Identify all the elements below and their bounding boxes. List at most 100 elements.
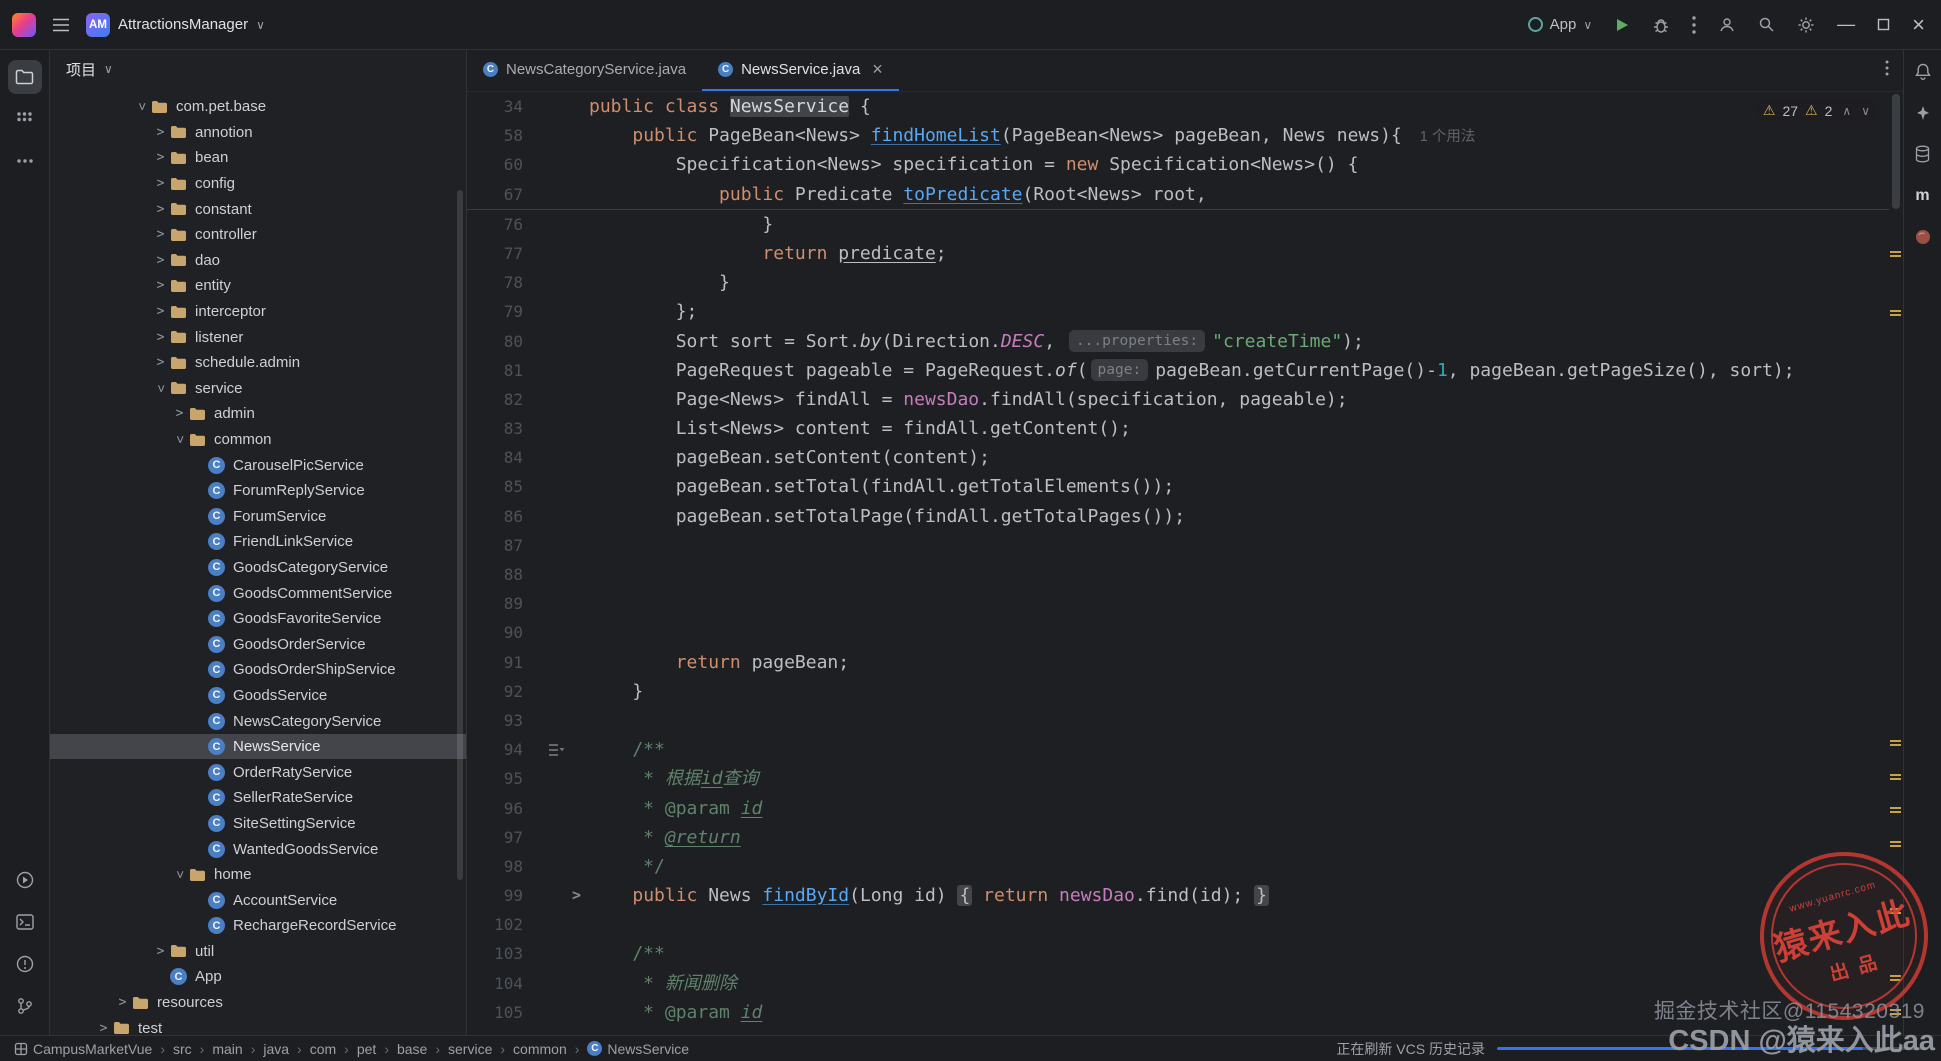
breadcrumb-item[interactable]: src [171, 1041, 194, 1057]
tree-item-FriendLinkService[interactable]: C FriendLinkService [50, 529, 466, 555]
stripe-warning-mark[interactable] [1890, 251, 1901, 257]
code-text[interactable]: return predicate; [589, 239, 1889, 268]
more-tools-icon[interactable] [8, 144, 42, 178]
chevron-down-icon[interactable]: > [172, 865, 187, 884]
tree-item-admin[interactable]: > admin [50, 401, 466, 427]
tree-item-service[interactable]: > service [50, 376, 466, 402]
tree-item-GoodsService[interactable]: C GoodsService [50, 683, 466, 709]
tree-item-GoodsOrderService[interactable]: C GoodsOrderService [50, 631, 466, 657]
run-tool-button[interactable] [8, 863, 42, 897]
stripe-warning-mark[interactable] [1890, 841, 1901, 847]
panel-scrollbar[interactable] [457, 190, 463, 880]
run-button[interactable] [1614, 17, 1630, 33]
chevron-right-icon[interactable]: > [151, 944, 170, 959]
code-text[interactable]: PageRequest pageable = PageRequest.of(pa… [589, 356, 1889, 385]
code-text[interactable]: return pageBean; [589, 648, 1889, 677]
chevron-right-icon[interactable]: > [151, 227, 170, 242]
tab-NewsCategoryService.java[interactable]: C NewsCategoryService.java [467, 50, 702, 91]
chevron-right-icon[interactable]: > [170, 406, 189, 421]
tree-item-schedule.admin[interactable]: > schedule.admin [50, 350, 466, 376]
tree-item-SellerRateService[interactable]: C SellerRateService [50, 785, 466, 811]
chevron-down-icon[interactable]: > [172, 430, 187, 449]
code-text[interactable]: * @return [589, 823, 1889, 852]
breadcrumb-item[interactable]: java [261, 1041, 291, 1057]
code-text[interactable] [589, 560, 1889, 589]
minimize-icon[interactable]: — [1837, 14, 1855, 35]
tree-item-test[interactable]: > test [50, 1015, 466, 1035]
tree-item-home[interactable]: > home [50, 862, 466, 888]
tree-item-annotion[interactable]: > annotion [50, 120, 466, 146]
chevron-right-icon[interactable]: > [151, 253, 170, 268]
stripe-warning-mark[interactable] [1890, 774, 1901, 780]
breadcrumb-item[interactable]: base [395, 1041, 429, 1057]
code-text[interactable] [589, 589, 1889, 618]
code-text[interactable]: public PageBean<News> findHomeList(PageB… [589, 121, 1889, 150]
code-text[interactable]: * 新闻删除 [589, 969, 1889, 998]
code-text[interactable]: /** [589, 939, 1889, 968]
tree-item-ForumService[interactable]: C ForumService [50, 504, 466, 530]
vcs-status[interactable]: 正在刷新 VCS 历史记录 [1336, 1039, 1485, 1059]
project-widget[interactable]: AM AttractionsManager ∨ [86, 12, 265, 37]
code-text[interactable]: Sort sort = Sort.by(Direction.DESC, ...p… [589, 327, 1889, 356]
code-text[interactable]: public Predicate toPredicate(Root<News> … [589, 180, 1889, 209]
chevron-right-icon[interactable]: > [151, 304, 170, 319]
tree-item-constant[interactable]: > constant [50, 196, 466, 222]
breadcrumb-item[interactable]: pet [355, 1041, 378, 1057]
settings-icon[interactable] [1797, 16, 1815, 34]
tree-item-config[interactable]: > config [50, 171, 466, 197]
breadcrumb-item[interactable]: service [446, 1041, 494, 1057]
tree-item-SiteSettingService[interactable]: C SiteSettingService [50, 811, 466, 837]
tree-item-GoodsCommentService[interactable]: C GoodsCommentService [50, 580, 466, 606]
code-text[interactable]: public News findById(Long id) { return n… [589, 881, 1889, 910]
code-text[interactable] [589, 531, 1889, 560]
notifications-bell-icon[interactable] [1914, 62, 1932, 81]
version-control-tool-button[interactable] [8, 989, 42, 1023]
code-text[interactable] [589, 910, 1889, 939]
breadcrumb-item[interactable]: C NewsService [585, 1041, 691, 1057]
code-area[interactable]: 34 public class NewsService {58 public Pa… [467, 92, 1889, 1035]
breadcrumb-item[interactable]: CampusMarketVue [12, 1041, 154, 1057]
chevron-right-icon[interactable]: > [151, 176, 170, 191]
database-icon[interactable] [1914, 145, 1931, 163]
render-doc-toggle-icon[interactable] [523, 735, 589, 764]
inspections-widget[interactable]: ⚠ 27 ⚠ 2 ∧ ∨ [1755, 100, 1877, 121]
chevron-down-icon[interactable]: > [134, 97, 149, 116]
next-problem-icon[interactable]: ∨ [1861, 104, 1870, 118]
stripe-warning-mark[interactable] [1890, 807, 1901, 813]
code-text[interactable]: pageBean.setContent(content); [589, 443, 1889, 472]
fold-region-icon[interactable]: > [523, 881, 589, 910]
chevron-down-icon[interactable]: > [153, 379, 168, 398]
chevron-right-icon[interactable]: > [151, 150, 170, 165]
debug-button[interactable] [1652, 16, 1670, 34]
code-text[interactable]: pageBean.setTotal(findAll.getTotalElemen… [589, 472, 1889, 501]
commit-grid-icon[interactable] [8, 102, 42, 136]
code-text[interactable]: List<News> content = findAll.getContent(… [589, 414, 1889, 443]
terminal-tool-button[interactable] [8, 905, 42, 939]
tree-item-dao[interactable]: > dao [50, 248, 466, 274]
maven-icon[interactable]: m [1915, 187, 1929, 205]
chevron-right-icon[interactable]: > [113, 995, 132, 1010]
code-text[interactable]: public class NewsService { [589, 92, 1889, 121]
code-text[interactable]: /** [589, 735, 1889, 764]
main-menu-icon[interactable] [52, 18, 70, 32]
tree-item-bean[interactable]: > bean [50, 145, 466, 171]
chevron-right-icon[interactable]: > [151, 330, 170, 345]
tree-item-listener[interactable]: > listener [50, 324, 466, 350]
stripe-warning-mark[interactable] [1890, 310, 1901, 316]
code-text[interactable]: Specification<News> specification = new … [589, 150, 1889, 179]
tree-item-interceptor[interactable]: > interceptor [50, 299, 466, 325]
ai-assistant-icon[interactable] [1915, 105, 1931, 121]
code-text[interactable]: }; [589, 297, 1889, 326]
problems-tool-button[interactable] [8, 947, 42, 981]
tree-item-AccountService[interactable]: C AccountService [50, 887, 466, 913]
code-text[interactable]: } [589, 210, 1889, 239]
chevron-right-icon[interactable]: > [151, 355, 170, 370]
tree-item-NewsService[interactable]: C NewsService [50, 733, 466, 760]
search-icon[interactable] [1758, 16, 1775, 33]
prev-problem-icon[interactable]: ∧ [1842, 104, 1851, 118]
code-with-me-icon[interactable] [1718, 16, 1736, 34]
run-config-widget[interactable]: App ∨ [1527, 16, 1592, 33]
tree-item-GoodsFavoriteService[interactable]: C GoodsFavoriteService [50, 606, 466, 632]
close-tab-icon[interactable]: × [872, 59, 883, 80]
tree-item-common[interactable]: > common [50, 427, 466, 453]
